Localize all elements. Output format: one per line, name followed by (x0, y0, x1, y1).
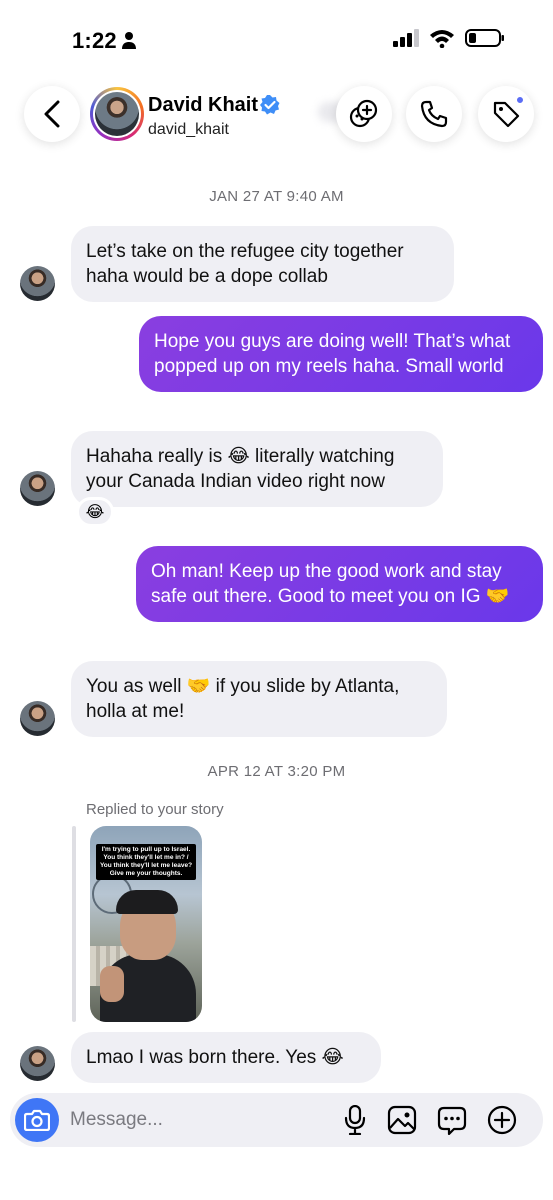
sender-avatar[interactable] (20, 471, 55, 506)
battery-icon (465, 29, 504, 47)
avatar-image (95, 92, 139, 136)
verified-badge-icon (260, 95, 280, 115)
contact-handle: david_khait (148, 121, 229, 138)
plus-circle-icon (487, 1105, 517, 1135)
message-bubble-outgoing[interactable]: Oh man! Keep up the good work and stay s… (136, 546, 543, 622)
story-reply-label: Replied to your story (86, 801, 224, 818)
microphone-button[interactable] (338, 1103, 372, 1137)
wifi-icon (430, 30, 454, 48)
phone-icon (420, 100, 448, 128)
status-time: 1:22 (72, 28, 117, 53)
chevron-left-icon (44, 100, 60, 128)
message-reaction[interactable]: 😂 (76, 497, 114, 527)
microphone-icon (344, 1105, 366, 1135)
story-thumbnail[interactable]: I'm trying to pull up to Israel. You thi… (90, 826, 202, 1022)
audio-call-button[interactable] (406, 86, 462, 142)
camera-button[interactable] (15, 1098, 59, 1142)
effects-icon (349, 99, 378, 128)
chat-header: David Khait david_khait (0, 80, 553, 160)
timestamp: JAN 27 AT 9:40 AM (209, 188, 344, 205)
story-caption: I'm trying to pull up to Israel. You thi… (96, 844, 196, 880)
message-composer (10, 1093, 543, 1147)
person-cap (116, 890, 178, 914)
sender-avatar[interactable] (20, 266, 55, 301)
message-bubble-incoming[interactable]: Lmao I was born there. Yes 😂 (71, 1032, 381, 1083)
effects-button[interactable] (336, 86, 392, 142)
notification-dot (515, 95, 525, 105)
sender-avatar[interactable] (20, 701, 55, 736)
status-indicators (393, 28, 505, 48)
message-input[interactable] (70, 1103, 330, 1137)
signal-icon (393, 29, 419, 47)
thumbs-up-hand (100, 966, 124, 1002)
status-bar: 1:22 (0, 0, 553, 80)
message-bubble-outgoing[interactable]: Hope you guys are doing well! That’s wha… (139, 316, 543, 392)
add-button[interactable] (485, 1103, 519, 1137)
message-bubble-incoming[interactable]: Hahaha really is 😂 literally watching yo… (71, 431, 443, 507)
sender-avatar[interactable] (20, 1046, 55, 1081)
back-button[interactable] (24, 86, 80, 142)
chat-bubble-icon (437, 1106, 467, 1135)
avatar[interactable] (90, 87, 144, 141)
gallery-button[interactable] (385, 1103, 419, 1137)
reply-indicator-bar (72, 826, 76, 1022)
tag-button[interactable] (478, 86, 534, 142)
image-icon (387, 1105, 417, 1135)
timestamp: APR 12 AT 3:20 PM (207, 763, 346, 780)
contact-name: David Khait (148, 94, 259, 116)
camera-icon (24, 1109, 50, 1131)
person-icon (122, 32, 136, 49)
sticker-button[interactable] (435, 1103, 469, 1137)
message-bubble-incoming[interactable]: You as well 🤝 if you slide by Atlanta, h… (71, 661, 447, 737)
profile-header[interactable]: David Khait david_khait (90, 84, 330, 148)
message-bubble-incoming[interactable]: Let’s take on the refugee city together … (71, 226, 454, 302)
